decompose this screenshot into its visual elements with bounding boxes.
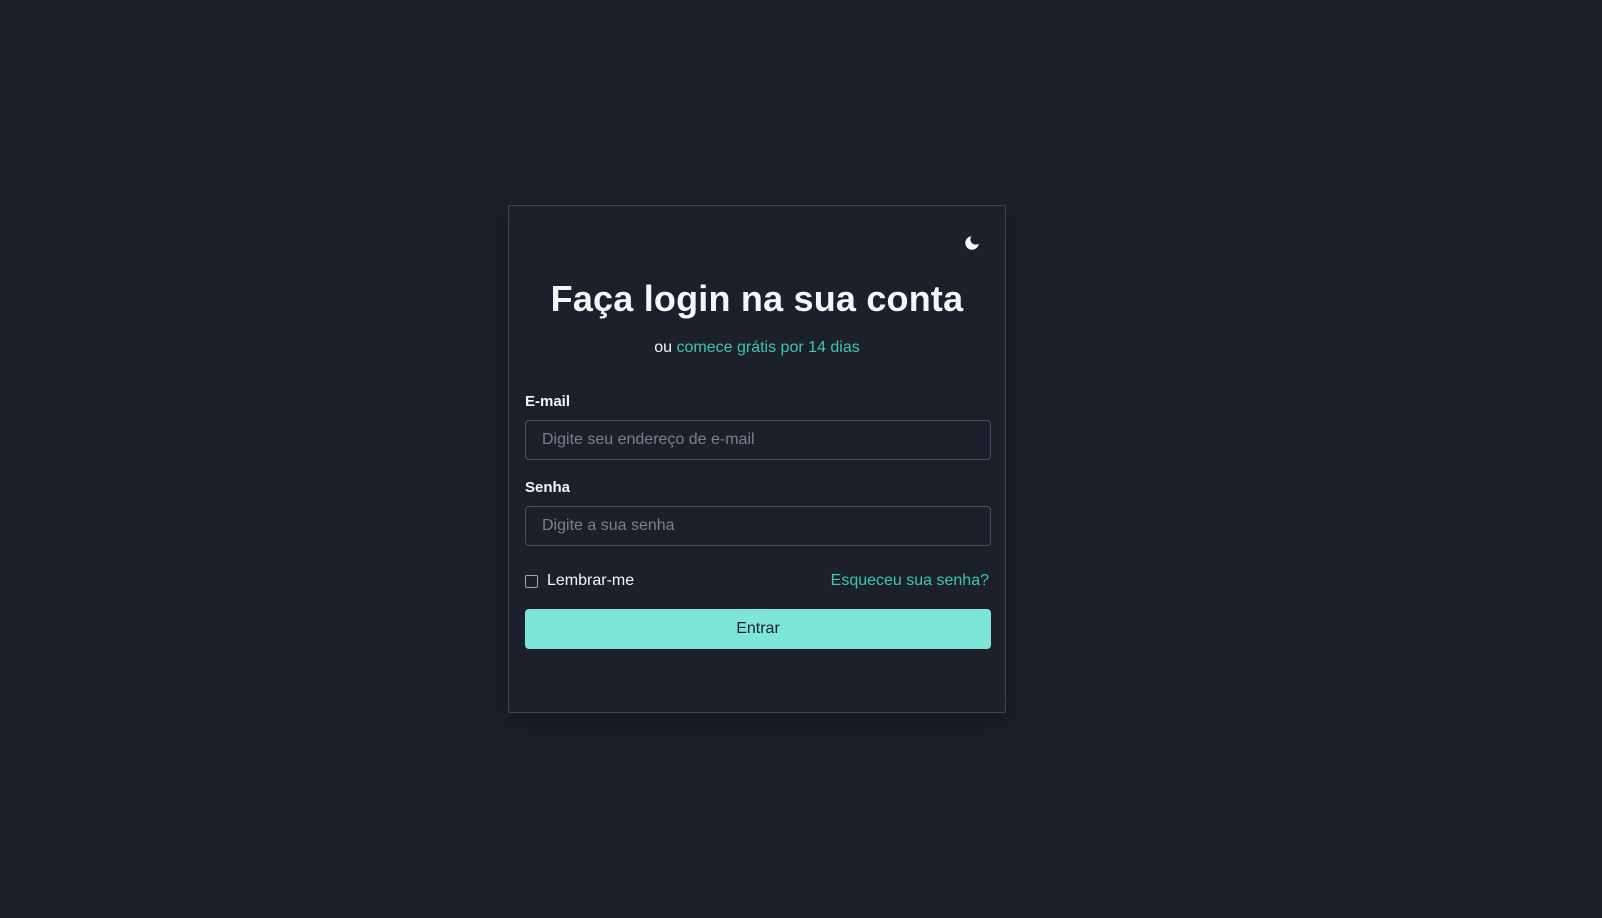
login-button[interactable]: Entrar: [525, 609, 991, 649]
forgot-password-link[interactable]: Esqueceu sua senha?: [831, 572, 989, 590]
page-title: Faça login na sua conta: [550, 278, 964, 319]
remember-me-checkbox[interactable]: [525, 574, 538, 588]
moon-icon: [965, 236, 979, 250]
password-label: Senha: [525, 479, 571, 496]
login-card: Faça login na sua conta ou comece grátis…: [508, 205, 1006, 713]
remember-me-label: Lembrar-me: [547, 572, 635, 589]
password-field[interactable]: [525, 506, 991, 546]
remember-me[interactable]: Lembrar-me: [525, 572, 634, 590]
email-field[interactable]: [525, 420, 991, 460]
free-trial-link[interactable]: comece grátis por 14 dias: [677, 339, 860, 356]
theme-toggle-button[interactable]: [961, 232, 983, 254]
subtitle: ou comece grátis por 14 dias: [509, 339, 1005, 357]
subtitle-prefix: ou: [654, 339, 673, 356]
email-label: E-mail: [525, 393, 571, 410]
